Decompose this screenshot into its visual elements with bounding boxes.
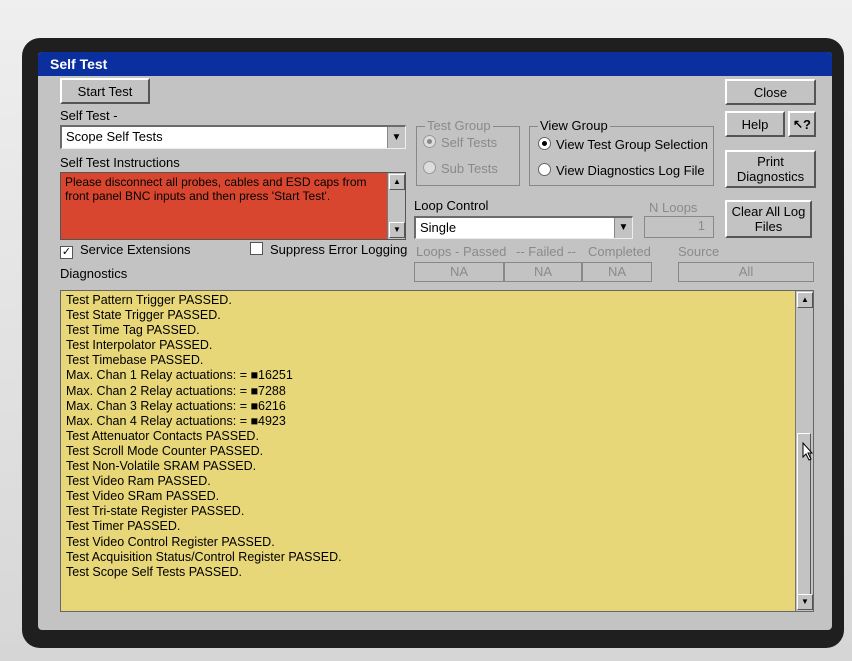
checkbox-checked-icon: ✓ xyxy=(60,246,73,259)
print-diagnostics-button[interactable]: Print Diagnostics xyxy=(725,150,816,188)
log-line: Test Scope Self Tests PASSED. xyxy=(66,564,243,579)
log-line: Test Attenuator Contacts PASSED. xyxy=(66,428,259,443)
log-line: Max. Chan 3 Relay actuations: = ■6216 xyxy=(66,398,286,413)
instructions-box: Please disconnect all probes, cables and… xyxy=(60,172,406,240)
completed-value: NA xyxy=(582,262,652,282)
instructions-scrollbar[interactable]: ▲ ▼ xyxy=(387,173,405,239)
diagnostics-log-lines: Test Pattern Trigger PASSED. Test State T… xyxy=(66,293,786,580)
n-loops-input[interactable]: 1 xyxy=(644,216,714,238)
log-line: Test Scroll Mode Counter PASSED. xyxy=(66,443,264,458)
mouse-pointer-icon: ↖ xyxy=(792,116,804,131)
log-line: Test Video Control Register PASSED. xyxy=(66,534,275,549)
scroll-down-arrow-icon[interactable]: ▼ xyxy=(797,594,813,610)
completed-label: Completed xyxy=(588,244,651,259)
start-test-button[interactable]: Start Test xyxy=(60,78,150,104)
source-label: Source xyxy=(678,244,720,259)
radio-selected-icon xyxy=(538,137,551,150)
failed-label: -- Failed -- xyxy=(516,244,576,259)
log-line: Test Interpolator PASSED. xyxy=(66,338,213,353)
log-line: Max. Chan 2 Relay actuations: = ■7288 xyxy=(66,383,286,398)
log-line: Test Time Tag PASSED. xyxy=(66,323,200,338)
source-value[interactable]: All xyxy=(678,262,814,282)
instructions-text: Please disconnect all probes, cables and… xyxy=(65,175,367,203)
log-line: Max. Chan 4 Relay actuations: = ■4923 xyxy=(66,413,286,428)
log-line: Test Timebase PASSED. xyxy=(66,353,204,368)
window-title: Self Test xyxy=(38,52,832,76)
failed-value: NA xyxy=(504,262,582,282)
n-loops-label: N Loops xyxy=(649,200,698,215)
radio-view-diagnostics-log-file[interactable]: View Diagnostics Log File xyxy=(538,163,705,178)
radio-empty-icon xyxy=(538,163,551,176)
context-help-button[interactable]: ↖? xyxy=(788,111,816,137)
radio-view-test-group-selection[interactable]: View Test Group Selection xyxy=(538,137,708,152)
radio-selected-icon xyxy=(423,135,436,148)
dropdown-arrow-icon[interactable]: ▼ xyxy=(614,218,632,238)
log-line: Max. Chan 1 Relay actuations: = ■16251 xyxy=(66,368,293,383)
scroll-up-arrow-icon[interactable]: ▲ xyxy=(389,174,405,190)
test-group-title: Test Group xyxy=(425,118,493,133)
diagnostics-log[interactable]: Test Pattern Trigger PASSED. Test State T… xyxy=(60,290,814,612)
log-line: Test Non-Volatile SRAM PASSED. xyxy=(66,459,257,474)
view-group-box: View Group View Test Group Selection Vie… xyxy=(529,119,714,186)
mouse-pointer-icon xyxy=(802,442,814,461)
radio-empty-icon xyxy=(423,161,436,174)
loops-passed-label: Loops - Passed xyxy=(416,244,507,259)
log-line: Test Tri-state Register PASSED. xyxy=(66,504,245,519)
scroll-up-arrow-icon[interactable]: ▲ xyxy=(797,292,813,308)
radio-sub-tests[interactable]: Sub Tests xyxy=(423,161,498,176)
self-test-label: Self Test - xyxy=(60,108,118,123)
help-button[interactable]: Help xyxy=(725,111,785,137)
diagnostics-label: Diagnostics xyxy=(60,266,128,281)
loop-control-dropdown[interactable]: Single ▼ xyxy=(414,216,633,239)
log-line: Test State Trigger PASSED. xyxy=(66,308,221,323)
self-test-dropdown[interactable]: Scope Self Tests ▼ xyxy=(60,125,406,149)
log-line: Test Pattern Trigger PASSED. xyxy=(66,293,232,307)
instructions-label: Self Test Instructions xyxy=(60,155,180,170)
log-line: Test Video Ram PASSED. xyxy=(66,474,211,489)
dropdown-arrow-icon[interactable]: ▼ xyxy=(387,127,405,148)
log-line: Test Video SRam PASSED. xyxy=(66,489,220,504)
loop-control-selected: Single xyxy=(420,220,457,235)
loops-passed-value: NA xyxy=(414,262,504,282)
log-line: Test Timer PASSED. xyxy=(66,519,181,534)
checkbox-empty-icon xyxy=(250,242,263,255)
self-test-dialog: Self Test Start Test Self Test - Scope S… xyxy=(38,52,832,630)
close-button[interactable]: Close xyxy=(725,79,816,105)
radio-self-tests[interactable]: Self Tests xyxy=(423,135,497,150)
view-group-title: View Group xyxy=(538,118,610,133)
clear-all-log-files-button[interactable]: Clear All Log Files xyxy=(725,200,812,238)
test-group-box: Test Group Self Tests Sub Tests xyxy=(416,119,520,186)
self-test-selected: Scope Self Tests xyxy=(66,129,163,144)
scroll-down-arrow-icon[interactable]: ▼ xyxy=(389,222,405,238)
log-line: Test Acquisition Status/Control Register… xyxy=(66,549,342,564)
service-extensions-checkbox[interactable]: ✓ Service Extensions xyxy=(60,242,191,259)
loop-control-label: Loop Control xyxy=(414,198,489,213)
suppress-error-logging-checkbox[interactable]: Suppress Error Logging xyxy=(250,242,407,257)
